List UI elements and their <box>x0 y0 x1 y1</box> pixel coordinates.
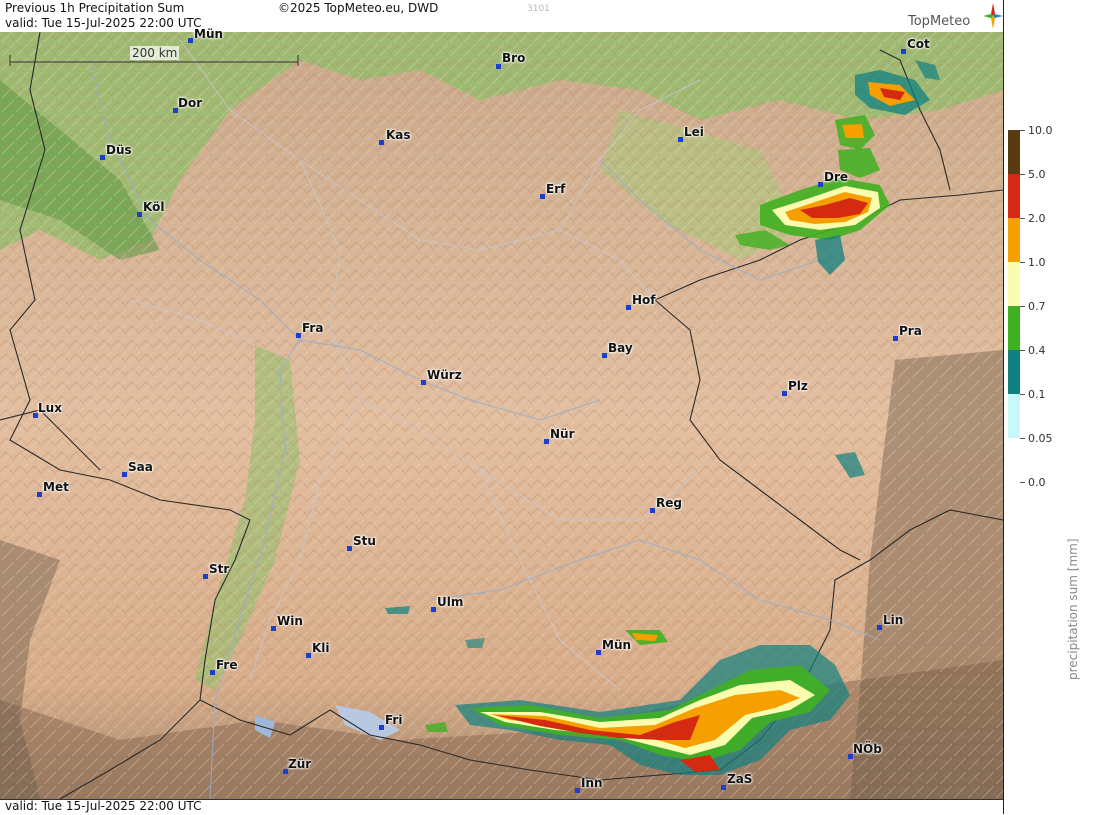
city-marker <box>782 391 787 396</box>
legend-swatch-07 <box>1008 306 1020 350</box>
city-label[interactable]: Dor <box>178 96 202 110</box>
city-label[interactable]: Met <box>43 480 69 494</box>
legend-level: 0.1 <box>1028 388 1046 401</box>
city-label[interactable]: Kas <box>386 128 411 142</box>
city-marker <box>347 546 352 551</box>
legend-swatch-2 <box>1008 218 1020 262</box>
city-marker <box>271 626 276 631</box>
valid-time-top: valid: Tue 15-Jul-2025 22:00 UTC <box>5 16 202 30</box>
city-marker <box>431 607 436 612</box>
legend-level: 10.0 <box>1028 124 1053 137</box>
city-label[interactable]: Mün <box>194 27 223 41</box>
legend-title: precipitation sum [mm] <box>1066 538 1080 680</box>
city-label[interactable]: Lin <box>883 613 903 627</box>
city-label[interactable]: Cot <box>907 37 930 51</box>
copyright-text: ©2025 TopMeteo.eu, DWD <box>278 1 439 15</box>
city-label[interactable]: Ulm <box>437 595 463 609</box>
valid-time-bottom: valid: Tue 15-Jul-2025 22:00 UTC <box>5 799 202 813</box>
weather-map[interactable] <box>0 0 1003 814</box>
city-label[interactable]: Erf <box>546 182 565 196</box>
city-marker <box>137 212 142 217</box>
city-marker <box>100 155 105 160</box>
compass-star-icon <box>983 3 1003 29</box>
city-label[interactable]: Nür <box>550 427 575 441</box>
city-label[interactable]: Mün <box>602 638 631 652</box>
legend-swatch-5 <box>1008 174 1020 218</box>
city-label[interactable]: Hof <box>632 293 656 307</box>
legend-level: 0.0 <box>1028 476 1046 489</box>
legend-level: 0.4 <box>1028 344 1046 357</box>
city-label[interactable]: Inn <box>581 776 603 790</box>
city-marker <box>877 625 882 630</box>
city-label[interactable]: Win <box>277 614 303 628</box>
city-label[interactable]: Reg <box>656 496 682 510</box>
precipitation-legend: 10.0 5.0 2.0 1.0 0.7 0.4 0.1 0.05 0.0 pr… <box>1003 0 1095 814</box>
city-label[interactable]: Plz <box>788 379 808 393</box>
city-marker <box>379 140 384 145</box>
city-marker <box>602 353 607 358</box>
city-marker <box>188 38 193 43</box>
city-marker <box>893 336 898 341</box>
city-label[interactable]: Fra <box>302 321 323 335</box>
legend-level: 1.0 <box>1028 256 1046 269</box>
city-marker <box>203 574 208 579</box>
city-marker <box>626 305 631 310</box>
city-label[interactable]: Saa <box>128 460 153 474</box>
city-marker <box>818 182 823 187</box>
city-label[interactable]: Zür <box>288 757 311 771</box>
city-marker <box>544 439 549 444</box>
legend-swatch-10 <box>1008 130 1020 174</box>
city-marker <box>575 788 580 793</box>
city-label[interactable]: ZaS <box>727 772 752 786</box>
map-code: 3101 <box>527 4 550 14</box>
city-label[interactable]: Bro <box>502 51 525 65</box>
city-marker <box>721 785 726 790</box>
legend-swatch-04 <box>1008 350 1020 394</box>
legend-swatch-1 <box>1008 262 1020 306</box>
city-marker <box>306 653 311 658</box>
city-marker <box>296 333 301 338</box>
city-label[interactable]: Fri <box>385 713 402 727</box>
city-marker <box>421 380 426 385</box>
city-marker <box>379 725 384 730</box>
city-marker <box>901 49 906 54</box>
legend-level: 5.0 <box>1028 168 1046 181</box>
city-marker <box>210 670 215 675</box>
city-label[interactable]: Fre <box>216 658 238 672</box>
city-marker <box>678 137 683 142</box>
legend-level: 2.0 <box>1028 212 1046 225</box>
city-label[interactable]: Dre <box>824 170 848 184</box>
legend-level: 0.7 <box>1028 300 1046 313</box>
city-marker <box>496 64 501 69</box>
city-label[interactable]: Pra <box>899 324 922 338</box>
city-label[interactable]: Würz <box>427 368 462 382</box>
city-label[interactable]: Köl <box>143 200 164 214</box>
city-label[interactable]: Stu <box>353 534 376 548</box>
map-title: Previous 1h Precipitation Sum <box>5 1 185 15</box>
city-label[interactable]: NÖb <box>853 742 882 756</box>
city-label[interactable]: Lux <box>38 401 62 415</box>
city-marker <box>122 472 127 477</box>
brand-logo-text: TopMeteo <box>908 14 971 29</box>
legend-swatch-01 <box>1008 394 1020 438</box>
legend-level: 0.05 <box>1028 432 1053 445</box>
city-marker <box>37 492 42 497</box>
city-label[interactable]: Bay <box>608 341 633 355</box>
city-marker <box>650 508 655 513</box>
city-marker <box>596 650 601 655</box>
city-marker <box>540 194 545 199</box>
scale-bar-label: 200 km <box>130 46 180 60</box>
city-label[interactable]: Str <box>209 562 229 576</box>
city-label[interactable]: Lei <box>684 125 704 139</box>
city-label[interactable]: Kli <box>312 641 330 655</box>
city-label[interactable]: Düs <box>106 143 132 157</box>
